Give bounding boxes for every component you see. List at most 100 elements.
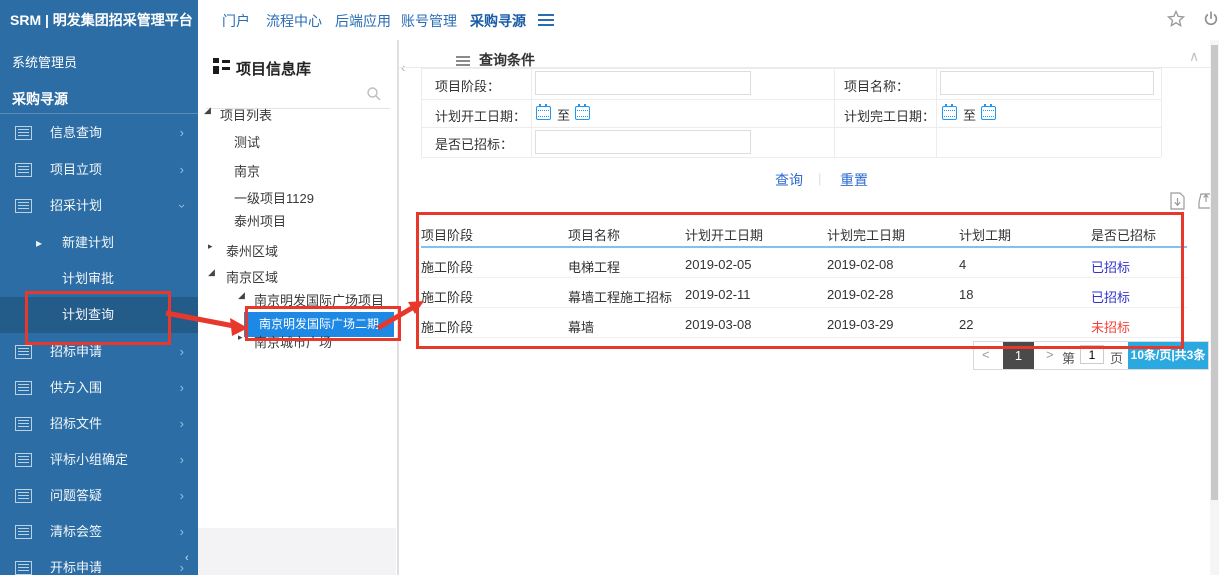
sidebar-item-label: 计划查询 [62, 297, 114, 333]
nav-item-backend[interactable]: 后端应用 [335, 11, 391, 31]
sidebar-item-label: 新建计划 [62, 225, 114, 261]
tree-collapsed-icon[interactable]: ▸ [208, 241, 213, 252]
button-divider: | [818, 171, 821, 186]
calendar-icon[interactable] [536, 106, 551, 120]
cell-start: 2019-03-08 [685, 317, 752, 332]
chevron-right-icon: › [180, 370, 184, 406]
date-range-to-label: 至 [557, 105, 570, 124]
star-icon[interactable] [1166, 9, 1186, 29]
sidebar-item-eval-team[interactable]: 评标小组确定 › [0, 442, 198, 478]
sidebar-item-tender-apply[interactable]: 招标申请 › [0, 334, 198, 370]
chevron-right-icon: › [180, 442, 184, 478]
sidebar-item-bid-open-apply[interactable]: 开标申请 › [0, 550, 198, 586]
search-button[interactable]: 查询 [775, 170, 803, 190]
chevron-right-icon: › [180, 334, 184, 370]
page-jump-input[interactable] [1080, 345, 1104, 364]
status-link[interactable]: 已招标 [1091, 257, 1130, 276]
tree-item-project-list[interactable]: 项目列表 [220, 105, 272, 127]
current-page-button[interactable]: 1 [1003, 342, 1034, 369]
cell-duration: 4 [959, 257, 966, 272]
table-header-underline [421, 246, 1187, 248]
date-range-to-label: 至 [963, 105, 976, 124]
collapse-up-icon[interactable]: ∧ [1189, 48, 1199, 65]
reset-button[interactable]: 重置 [840, 170, 868, 190]
prev-page-button[interactable]: < [982, 347, 990, 362]
page-size-summary-badge[interactable]: 10条/页|共3条 [1128, 342, 1208, 369]
field-label-plan-end: 计划完工日期： [844, 106, 935, 125]
list-icon [15, 163, 32, 177]
cell-start: 2019-02-05 [685, 257, 752, 272]
list-icon [15, 199, 32, 213]
tree-item-level1-1129[interactable]: 一级项目1129 [234, 188, 314, 210]
sidebar-item-project-setup[interactable]: 项目立项 › [0, 152, 198, 188]
sidebar-item-label: 评标小组确定 [50, 442, 128, 478]
sidebar-item-label: 供方入围 [50, 370, 102, 406]
cell-end: 2019-02-08 [827, 257, 894, 272]
status-link[interactable]: 已招标 [1091, 287, 1130, 306]
chevron-right-icon: › [180, 478, 184, 514]
scrollbar-thumb[interactable] [1211, 45, 1218, 500]
tree-item-taizhou-project[interactable]: 泰州项目 [234, 211, 286, 233]
sidebar-collapse-icon[interactable]: ‹ [185, 552, 189, 564]
sidebar-item-label: 开标申请 [50, 550, 102, 586]
nav-item-portal[interactable]: 门户 [222, 11, 250, 31]
tree-panel-footer [198, 528, 396, 575]
field-label-tendered: 是否已招标： [435, 134, 513, 153]
tree-item-nanjing-region[interactable]: 南京区域 [226, 267, 278, 289]
cursor-icon: ▸ [36, 225, 42, 261]
tree-expanded-icon[interactable]: ◢ [238, 290, 245, 301]
sidebar-item-label: 清标会签 [50, 514, 102, 550]
chevron-right-icon: › [180, 406, 184, 442]
query-section-icon [456, 56, 470, 58]
tree-expanded-icon[interactable]: ◢ [204, 105, 211, 116]
tree-item-taizhou-region[interactable]: 泰州区域 [226, 241, 278, 263]
sidebar-item-tender-docs[interactable]: 招标文件 › [0, 406, 198, 442]
project-name-input[interactable] [940, 71, 1154, 95]
module-title: 采购寻源 [12, 89, 68, 109]
vertical-scrollbar[interactable] [1210, 40, 1219, 575]
sidebar-subitem-new-plan[interactable]: ▸ 新建计划 [0, 225, 198, 261]
tree-item-nanjing-city-plaza[interactable]: 南京城市广场 [254, 332, 332, 354]
sidebar-subitem-plan-query[interactable]: 计划查询 [0, 297, 198, 333]
sidebar-item-qa[interactable]: 问题答疑 › [0, 478, 198, 514]
calendar-icon[interactable] [942, 106, 957, 120]
search-icon[interactable] [366, 86, 382, 102]
export-file-icon[interactable] [1169, 192, 1186, 210]
tree-expanded-icon[interactable]: ◢ [208, 267, 215, 278]
sidebar-item-label: 招采计划 [50, 188, 102, 224]
nav-item-workflow[interactable]: 流程中心 [266, 11, 322, 31]
sidebar-item-tender-plan[interactable]: 招采计划 › [0, 188, 198, 224]
list-icon [15, 561, 32, 575]
power-icon[interactable] [1202, 9, 1219, 29]
next-page-button[interactable]: > [1046, 347, 1054, 362]
stage-input[interactable] [535, 71, 751, 95]
tree-item-mingfa-plaza-project[interactable]: 南京明发国际广场项目 [254, 290, 384, 312]
tendered-input[interactable] [535, 130, 751, 154]
nav-item-account[interactable]: 账号管理 [401, 11, 457, 31]
calendar-icon[interactable] [981, 106, 996, 120]
sidebar-item-info-query[interactable]: 信息查询 › [0, 115, 198, 151]
cell-end: 2019-02-28 [827, 287, 894, 302]
sidebar-item-label: 招标文件 [50, 406, 102, 442]
tree-item-test[interactable]: 测试 [234, 132, 260, 154]
row-divider [421, 307, 1187, 308]
row-divider [421, 277, 1187, 278]
calendar-icon[interactable] [575, 106, 590, 120]
nav-item-sourcing[interactable]: 采购寻源 [470, 11, 526, 31]
list-icon [15, 381, 32, 395]
sidebar-item-supplier-shortlist[interactable]: 供方入围 › [0, 370, 198, 406]
hamburger-icon[interactable] [538, 14, 554, 16]
chevron-right-icon: › [180, 550, 184, 586]
col-header-start: 计划开工日期 [685, 225, 763, 244]
sidebar-item-label: 招标申请 [50, 334, 102, 370]
row-divider [421, 337, 1187, 338]
page-jump-prefix: 第 [1062, 348, 1075, 367]
tree-item-nanjing[interactable]: 南京 [234, 161, 260, 183]
cell-stage: 施工阶段 [421, 317, 473, 336]
list-icon [15, 489, 32, 503]
sidebar-subitem-plan-approval[interactable]: 计划审批 [0, 261, 198, 297]
sidebar: SRM | 明发集团招采管理平台 系统管理员 采购寻源 信息查询 › 项目立项 … [0, 0, 198, 575]
sidebar-item-label: 计划审批 [62, 261, 114, 297]
tree-collapsed-icon[interactable]: ▸ [238, 332, 243, 343]
sidebar-item-bid-clean-sign[interactable]: 清标会签 › [0, 514, 198, 550]
